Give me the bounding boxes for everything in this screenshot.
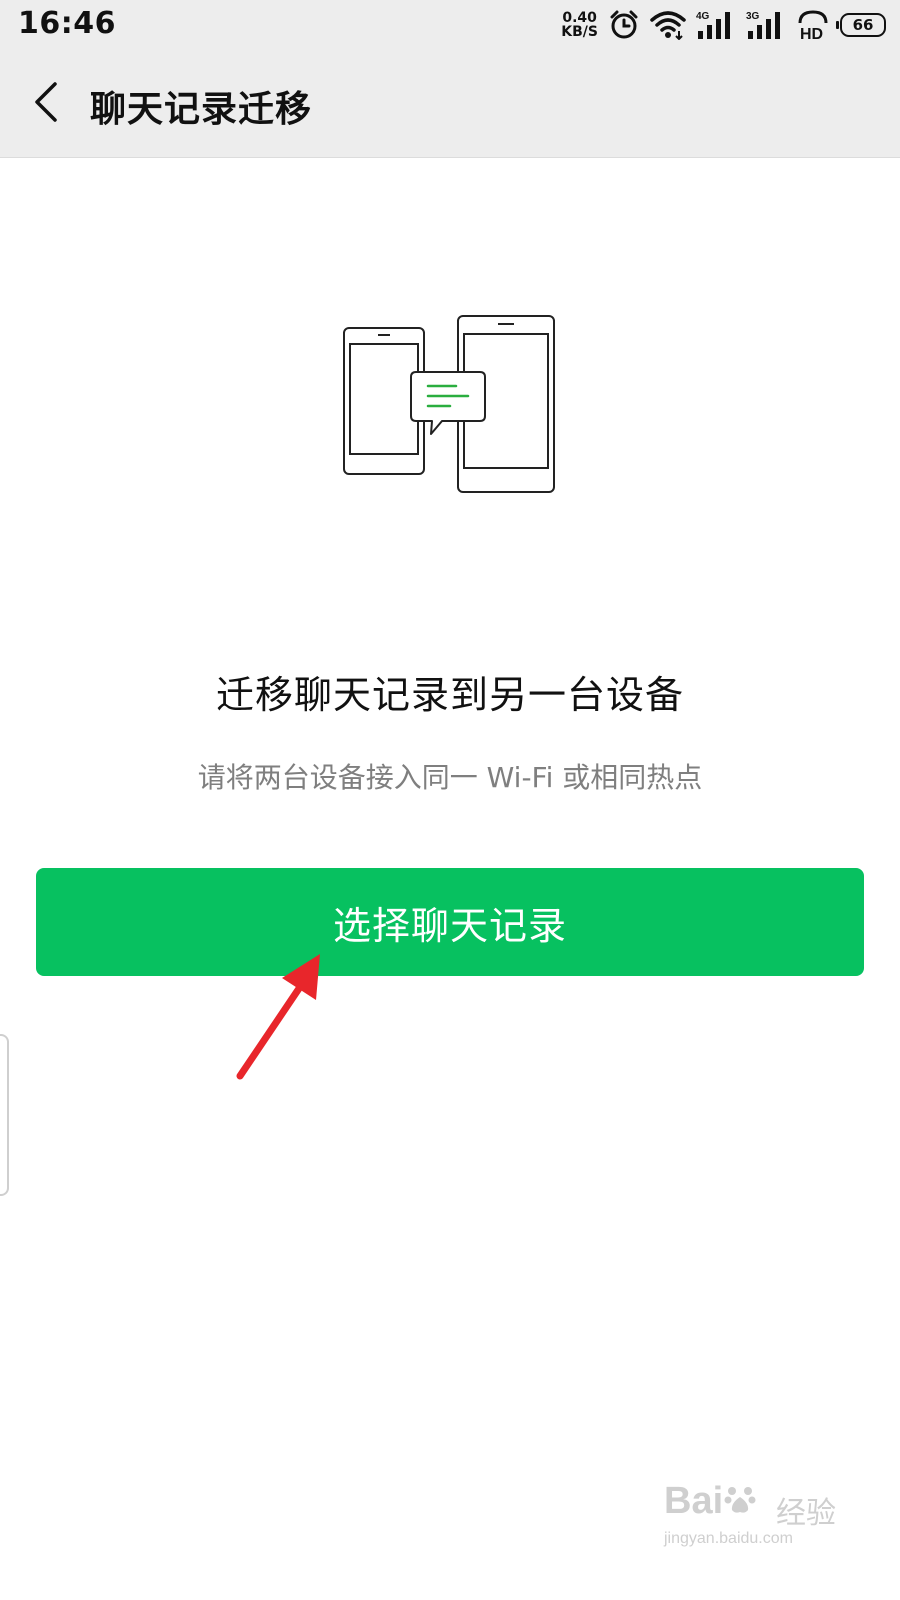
baidu-logo: Bai [664,1480,757,1525]
network-speed: 0.40 KB/S [561,11,598,39]
status-bar: 16:46 0.40 KB/S 4G 3G HD 66 [0,0,900,50]
watermark-jingyan-text: 经验 [776,1496,836,1531]
watermark-url: jingyan.baidu.com [664,1530,793,1547]
signal-3g-icon: 3G [746,9,786,41]
signal-4g-label: 4G [696,11,710,22]
edge-drawer-handle[interactable] [0,1034,9,1196]
network-speed-value: 0.40 [562,10,597,26]
signal-4g-icon: 4G [696,9,736,41]
page-title: 聊天记录迁移 [90,89,313,130]
signal-3g-label: 3G [746,11,760,22]
hd-label: HD [800,26,823,41]
wifi-icon [650,10,686,40]
watermark-logo-text: Bai [664,1480,724,1522]
instruction-text: 请将两台设备接入同一 Wi-Fi 或相同热点 [197,761,703,794]
battery-level: 66 [852,16,874,34]
screen: 16:46 0.40 KB/S 4G 3G HD 66 聊天记录迁移 迁移聊天记… [0,0,900,1600]
chevron-left-icon [35,82,57,122]
battery-icon: 66 [836,13,886,37]
status-time: 16:46 [18,6,116,41]
select-chat-history-button[interactable]: 选择聊天记录 [36,868,864,976]
hd-voice-icon: HD [796,9,830,41]
nav-bar: 聊天记录迁移 [0,50,900,158]
paw-icon [723,1481,757,1525]
phone-transfer-illustration [330,312,560,502]
network-speed-unit: KB/S [561,24,598,40]
headline: 迁移聊天记录到另一台设备 [215,673,684,717]
status-icons: 0.40 KB/S 4G 3G HD 66 [561,8,886,42]
back-button[interactable] [22,74,70,130]
alarm-icon [608,9,640,41]
annotation-arrow-icon [228,948,338,1088]
baidu-jingyan-watermark: Bai 经验 jingyan.baidu.com [664,1480,844,1560]
